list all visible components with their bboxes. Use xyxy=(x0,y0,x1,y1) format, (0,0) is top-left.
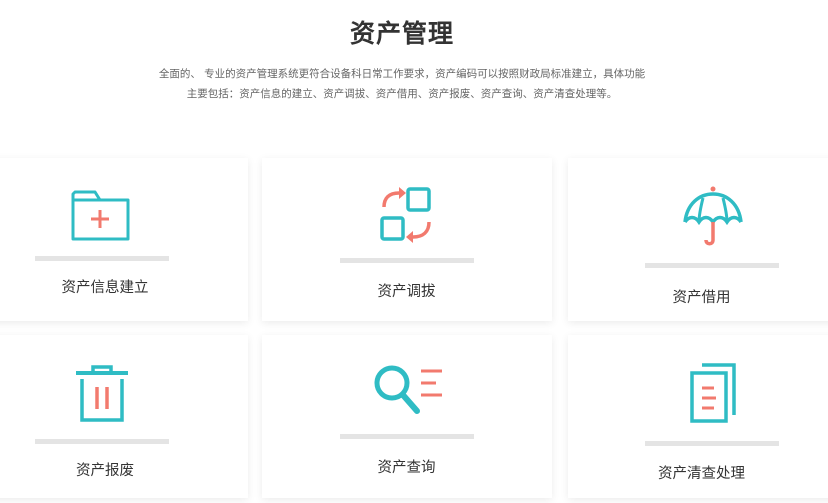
card-label: 资产调拔 xyxy=(377,284,436,300)
card-divider xyxy=(35,256,169,261)
card-label: 资产报废 xyxy=(76,463,134,479)
card-asset-audit[interactable]: 资产清查处理 xyxy=(568,335,828,498)
card-asset-search[interactable]: 资产查询 xyxy=(262,335,552,498)
card-divider xyxy=(340,434,474,439)
trash-icon xyxy=(76,365,128,422)
description-line-1: 全面的、 专业的资产管理系统更符合设备科日常工作要求，资产编码可以按照财政局标准… xyxy=(158,68,646,80)
transfer-icon xyxy=(380,187,431,243)
page-description: 全面的、 专业的资产管理系统更符合设备科日常工作要求，资产编码可以按照财政局标准… xyxy=(0,64,804,104)
umbrella-icon xyxy=(683,186,743,246)
card-divider xyxy=(340,258,474,263)
card-asset-borrow[interactable]: 资产借用 xyxy=(568,158,828,321)
card-label: 资产信息建立 xyxy=(61,280,149,296)
card-asset-scrap[interactable]: 资产报废 xyxy=(0,335,248,498)
page-title: 资产管理 xyxy=(349,19,454,48)
documents-icon xyxy=(690,363,736,423)
card-divider xyxy=(645,263,779,268)
card-divider xyxy=(35,439,169,444)
card-divider xyxy=(645,441,779,446)
folder-add-icon xyxy=(71,190,130,241)
search-list-icon xyxy=(374,365,442,414)
card-label: 资产借用 xyxy=(672,290,731,306)
card-asset-transfer[interactable]: 资产调拔 xyxy=(262,158,552,321)
description-line-2: 主要包括：资产信息的建立、资产调拔、资产借用、资产报废、资产查询、资产清查处理等… xyxy=(186,88,618,100)
card-label: 资产清查处理 xyxy=(658,466,745,482)
card-label: 资产查询 xyxy=(377,460,436,476)
page: 资产管理 全面的、 专业的资产管理系统更符合设备科日常工作要求，资产编码可以按照… xyxy=(0,0,828,503)
card-asset-info[interactable]: 资产信息建立 xyxy=(0,158,248,321)
